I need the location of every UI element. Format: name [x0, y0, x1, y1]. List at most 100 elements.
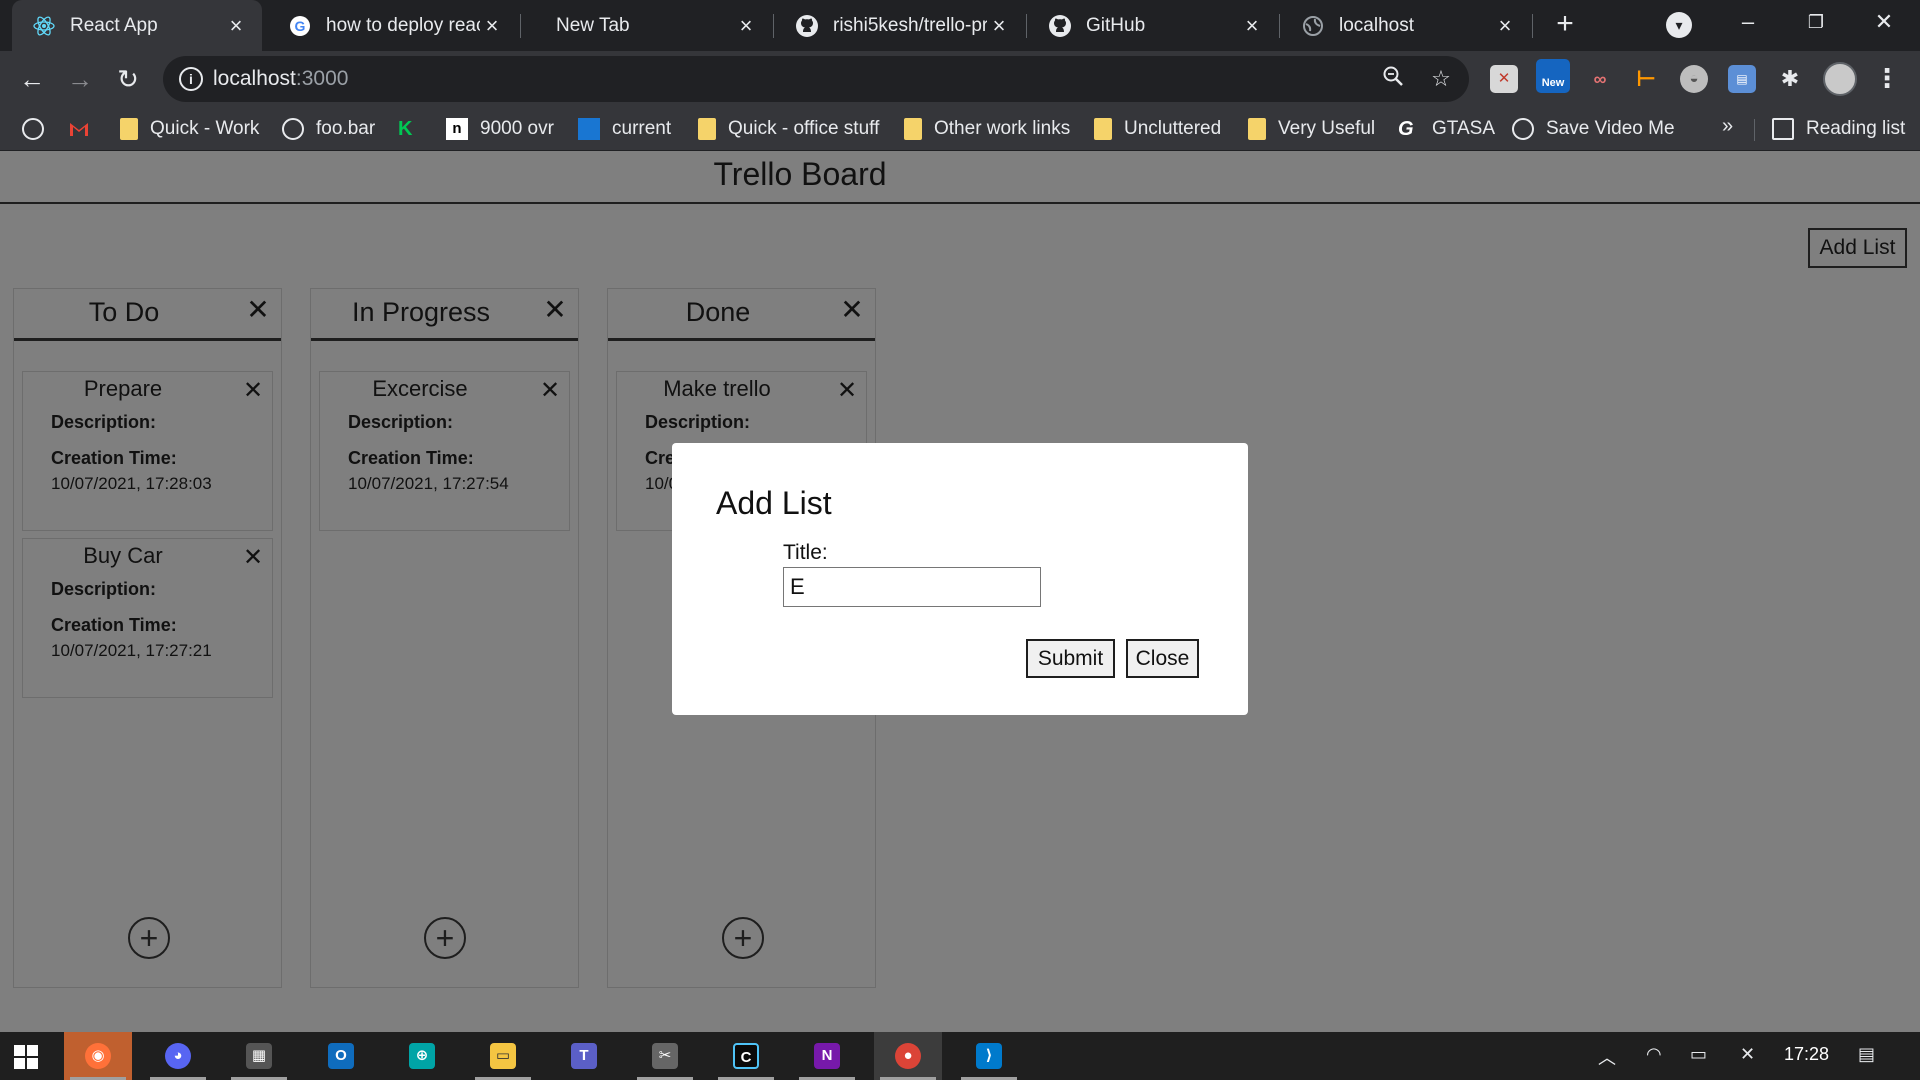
bookmark-uncluttered[interactable]: Uncluttered	[1094, 115, 1221, 143]
wifi-icon[interactable]: ◠	[1646, 1044, 1662, 1065]
new-tab-button[interactable]: +	[1548, 8, 1582, 42]
tab-search-icon[interactable]: ▾	[1666, 12, 1692, 38]
onenote-icon: N	[814, 1043, 840, 1069]
svg-text:G: G	[295, 18, 306, 34]
close-card-icon[interactable]: ✕	[240, 378, 266, 404]
restore-icon[interactable]: ❐	[1786, 0, 1846, 44]
card[interactable]: Excercise ✕ Description: Creation Time: …	[319, 371, 570, 531]
snipping-icon: ✂	[652, 1043, 678, 1069]
card[interactable]: Prepare ✕ Description: Creation Time: 10…	[22, 371, 273, 531]
bookmark-9000-ovr[interactable]: n 9000 ovr	[446, 115, 554, 143]
bookmark-other-work-links[interactable]: Other work links	[904, 115, 1070, 143]
extension-glasses-icon[interactable]: ∞	[1586, 65, 1614, 93]
title-input[interactable]	[783, 567, 1041, 607]
extension-hammer-icon[interactable]: ⊢	[1632, 65, 1660, 93]
wk-icon: K	[398, 118, 413, 140]
close-card-icon[interactable]: ✕	[537, 378, 563, 404]
extension-bowl-icon[interactable]: ◒	[1680, 65, 1708, 93]
add-card-button[interactable]: +	[424, 917, 466, 959]
add-card-button[interactable]: +	[722, 917, 764, 959]
close-icon[interactable]: ×	[1240, 13, 1264, 38]
bookmark-quick-work[interactable]: Quick - Work	[120, 115, 259, 143]
extension-new-icon[interactable]: New	[1536, 59, 1570, 93]
taskbar-outlook[interactable]: O	[307, 1032, 375, 1080]
taskbar-firefox[interactable]: ◉	[64, 1032, 132, 1080]
taskbar-vscode[interactable]: ⟩	[955, 1032, 1023, 1080]
close-list-icon[interactable]: ✕	[540, 295, 570, 325]
taskbar-teams-alt[interactable]: ⊕	[388, 1032, 456, 1080]
folder-icon: ▭	[490, 1043, 516, 1069]
windows-taskbar: ◉ ◕ ▦ O ⊕ ▭ T ✂ C N ● ⟩ ︿ ◠ ▭ ✕ 17:28 ▤	[0, 1032, 1920, 1080]
bookmark-quick-office-stuff[interactable]: Quick - office stuff	[698, 115, 879, 143]
close-icon[interactable]: ×	[224, 13, 248, 38]
submit-button[interactable]: Submit	[1026, 639, 1115, 678]
add-list-button[interactable]: Add List	[1808, 228, 1907, 268]
bookmarks-overflow-button[interactable]: »	[1722, 115, 1733, 138]
bookmark-wk[interactable]: K	[398, 115, 420, 143]
window-close-icon[interactable]: ✕	[1854, 0, 1914, 44]
card-title: Excercise	[372, 376, 468, 401]
close-list-icon[interactable]: ✕	[243, 295, 273, 325]
bookmark-current[interactable]: current	[578, 115, 671, 143]
close-icon[interactable]: ×	[734, 13, 758, 38]
bookmarks-bar: Quick - Work foo.bar K n 9000 ovr current…	[0, 107, 1920, 151]
taskbar-discord[interactable]: ◕	[144, 1032, 212, 1080]
taskbar-editor[interactable]: C	[712, 1032, 780, 1080]
taskbar-snipping[interactable]: ✂	[631, 1032, 699, 1080]
tab-github-repo[interactable]: rishi5kesh/trello-pro ×	[775, 0, 1025, 51]
tab-github[interactable]: GitHub ×	[1028, 0, 1278, 51]
tab-title: GitHub	[1086, 14, 1146, 36]
forward-arrow-icon[interactable]: →	[62, 61, 98, 97]
zoom-icon[interactable]	[1379, 65, 1407, 93]
tab-react-app[interactable]: React App ×	[12, 0, 262, 51]
url-port: :3000	[295, 67, 349, 90]
bookmark-save-video-me[interactable]: Save Video Me	[1512, 115, 1675, 143]
profile-avatar[interactable]	[1823, 62, 1857, 96]
taskbar-chrome[interactable]: ●	[874, 1032, 942, 1080]
site-info-icon[interactable]: i	[179, 67, 203, 91]
close-button[interactable]: Close	[1126, 639, 1199, 678]
extensions-puzzle-icon[interactable]: ✱	[1776, 65, 1804, 93]
reload-icon[interactable]: ↻	[110, 61, 146, 97]
tab-google-search[interactable]: G how to deploy react ×	[268, 0, 518, 51]
bookmark-foo-bar[interactable]: foo.bar	[282, 115, 375, 143]
bookmark-gtasa[interactable]: G GTASA	[1398, 115, 1495, 143]
tab-new-tab[interactable]: New Tab ×	[522, 0, 772, 51]
address-bar[interactable]: i localhost:3000 ☆	[163, 56, 1469, 102]
bookmark-star-icon[interactable]: ☆	[1427, 65, 1455, 93]
battery-icon[interactable]: ▭	[1690, 1044, 1707, 1065]
close-card-icon[interactable]: ✕	[834, 378, 860, 404]
extension-x-icon[interactable]: ✕	[1490, 65, 1518, 93]
back-arrow-icon[interactable]: ←	[14, 61, 50, 97]
close-icon[interactable]: ×	[480, 13, 504, 38]
taskbar-calculator[interactable]: ▦	[225, 1032, 293, 1080]
address-url[interactable]: localhost:3000	[213, 67, 348, 91]
tab-localhost[interactable]: localhost ×	[1281, 0, 1531, 51]
close-icon[interactable]: ×	[987, 13, 1011, 38]
windows-start-icon[interactable]	[14, 1045, 38, 1069]
close-icon[interactable]: ×	[1493, 13, 1517, 38]
taskbar-clock[interactable]: 17:28	[1784, 1044, 1829, 1065]
card-creation-time: 10/07/2021, 17:27:21	[51, 641, 212, 660]
list-title: In Progress	[351, 297, 491, 327]
extension-card-icon[interactable]: ▤	[1728, 65, 1756, 93]
editor-icon: C	[733, 1043, 759, 1069]
bookmark-very-useful[interactable]: Very Useful	[1248, 115, 1375, 143]
reading-list-button[interactable]: Reading list	[1772, 115, 1905, 143]
card[interactable]: Buy Car ✕ Description: Creation Time: 10…	[22, 538, 273, 698]
tab-title: React App	[70, 14, 158, 36]
minimize-icon[interactable]: –	[1718, 0, 1778, 44]
close-card-icon[interactable]: ✕	[240, 545, 266, 571]
bookmark-gmail[interactable]	[68, 115, 102, 143]
list-title: To Do	[88, 297, 160, 327]
bookmark-globe[interactable]	[22, 115, 56, 143]
notifications-icon[interactable]: ▤	[1858, 1044, 1875, 1065]
add-card-button[interactable]: +	[128, 917, 170, 959]
more-menu-icon[interactable]: ⋮	[1874, 62, 1900, 96]
tray-chevron-icon[interactable]: ︿	[1598, 1044, 1616, 1070]
close-list-icon[interactable]: ✕	[837, 295, 867, 325]
taskbar-teams[interactable]: T	[550, 1032, 618, 1080]
taskbar-onenote[interactable]: N	[793, 1032, 861, 1080]
volume-muted-icon[interactable]: ✕	[1740, 1044, 1755, 1065]
taskbar-file-explorer[interactable]: ▭	[469, 1032, 537, 1080]
